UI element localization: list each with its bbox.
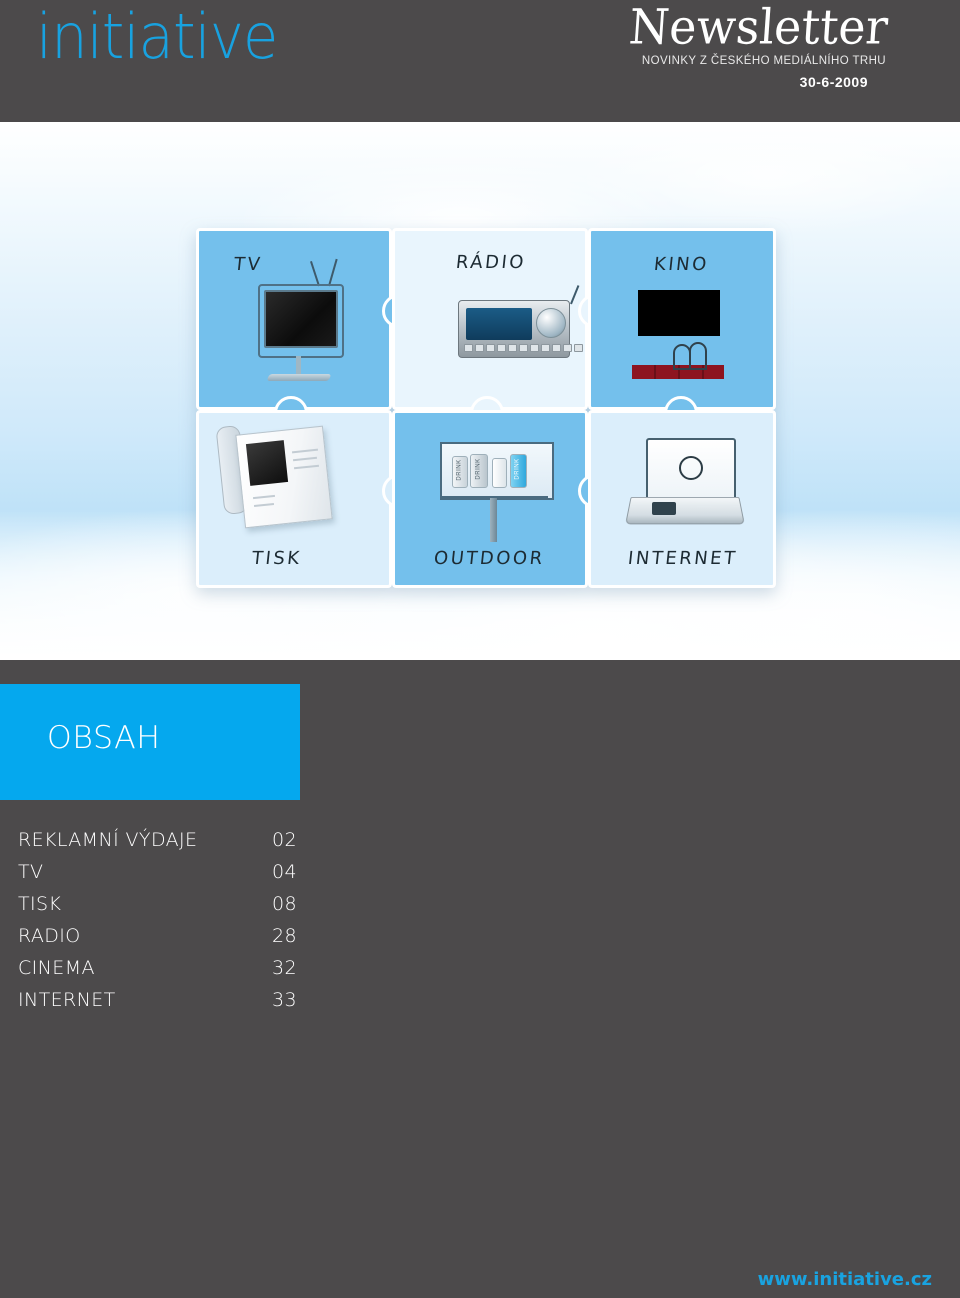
toc-row[interactable]: CINEMA 32 [0,952,330,984]
toc-item-page: 02 [272,829,297,851]
toc-item-label: TISK [18,893,62,915]
contents-heading-label: OBSAH [46,720,161,756]
radio-dial-knob [536,308,566,338]
toc-row[interactable]: INTERNET 33 [0,984,330,1016]
newsletter-date: 30-6-2009 [799,74,868,90]
media-puzzle-graphic: TV RÁDIO KINO TISK OUTDOOR DRINK DRINK D… [196,228,776,590]
puzzle-label-outdoor: OUTDOOR [432,548,546,569]
newsletter-title: Newsletter [627,0,890,56]
tv-screen [264,290,338,348]
radio-button-row [464,344,583,352]
puzzle-label-kino: KINO [652,254,710,275]
puzzle-label-tv: TV [232,254,264,275]
toc-row[interactable]: REKLAMNÍ VÝDAJE 02 [0,824,330,856]
tv-base [266,374,332,381]
puzzle-label-tisk: TISK [250,548,303,569]
toc-item-label: CINEMA [18,957,95,979]
toc-item-label: REKLAMNÍ VÝDAJE [18,829,198,851]
toc-row[interactable]: TISK 08 [0,888,330,920]
cinema-person-right [689,342,707,370]
hero-sky-image: TV RÁDIO KINO TISK OUTDOOR DRINK DRINK D… [0,122,960,660]
toc-item-label: RADIO [18,925,81,947]
toc-row[interactable]: RADIO 28 [0,920,330,952]
laptop-touchpad [652,502,676,515]
billboard-can-3 [492,458,507,488]
toc-item-page: 04 [272,861,297,883]
puzzle-label-radio: RÁDIO [454,252,528,273]
contents-heading-box: OBSAH [0,684,300,800]
billboard-can-4: DRINK [510,454,527,488]
radio-display [466,308,532,340]
toc-row[interactable]: TV 04 [0,856,330,888]
toc-item-label: TV [18,861,44,883]
puzzle-label-internet: INTERNET [626,548,739,569]
cinema-screen [638,290,720,336]
initiative-logo: initiative [36,0,278,73]
table-of-contents: REKLAMNÍ VÝDAJE 02 TV 04 TISK 08 RADIO 2… [0,824,330,1016]
toc-item-page: 33 [272,989,297,1011]
newsletter-subtitle: NOVINKY Z ČESKÉHO MEDIÁLNÍHO TRHU [641,55,886,67]
page-header: initiative Newsletter NOVINKY Z ČESKÉHO … [0,0,960,122]
website-url-link[interactable]: www.initiative.cz [758,1269,932,1290]
billboard-can-2: DRINK [470,454,488,488]
billboard-pole [490,498,497,542]
toc-item-page: 32 [272,957,297,979]
toc-item-label: INTERNET [18,989,116,1011]
tv-stand [296,356,301,374]
laptop-base [625,496,745,525]
newsletter-masthead: Newsletter NOVINKY Z ČESKÉHO MEDIÁLNÍHO … [526,0,890,90]
toc-item-page: 28 [272,925,297,947]
billboard-can-1: DRINK [452,456,468,488]
magazine-photo [245,440,289,486]
laptop-globe-icon [679,456,703,480]
toc-item-page: 08 [272,893,297,915]
